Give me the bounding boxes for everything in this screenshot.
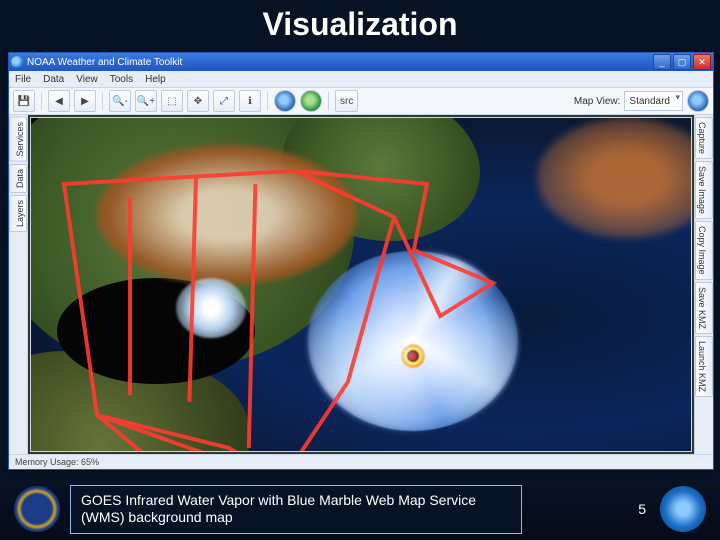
tab-save-kmz[interactable]: Save KMZ — [695, 282, 713, 334]
window-title: NOAA Weather and Climate Toolkit — [27, 57, 653, 68]
menu-help[interactable]: Help — [145, 74, 166, 85]
app-window: NOAA Weather and Climate Toolkit _ ▢ ✕ F… — [8, 52, 714, 470]
tab-copy-image[interactable]: Copy Image — [695, 221, 713, 280]
state-boundaries — [31, 118, 691, 452]
toolbar: 💾 ◀ ▶ 🔍- 🔍+ ⬚ ✥ ⤢ ℹ src Map View: Standa… — [9, 88, 713, 115]
tab-data[interactable]: Data — [9, 164, 27, 193]
slide-footer: GOES Infrared Water Vapor with Blue Marb… — [0, 478, 720, 540]
globe-green-icon[interactable] — [300, 90, 322, 112]
map-canvas[interactable] — [30, 117, 692, 452]
toolbar-separator — [267, 92, 268, 110]
app-icon — [11, 56, 23, 68]
toolbar-separator — [102, 92, 103, 110]
minimize-button[interactable]: _ — [653, 54, 671, 70]
zoom-rect-button[interactable]: ⬚ — [161, 90, 183, 112]
tab-save-image[interactable]: Save Image — [695, 161, 713, 219]
noaa-seal-icon — [660, 486, 706, 532]
window-titlebar[interactable]: NOAA Weather and Climate Toolkit _ ▢ ✕ — [9, 53, 713, 71]
toolbar-separator — [41, 92, 42, 110]
tab-services[interactable]: Services — [9, 117, 27, 162]
caption-text: GOES Infrared Water Vapor with Blue Marb… — [81, 492, 476, 526]
identify-button[interactable]: ℹ — [239, 90, 261, 112]
menu-file[interactable]: File — [15, 74, 31, 85]
globe-blue-icon[interactable] — [274, 90, 296, 112]
menu-tools[interactable]: Tools — [110, 74, 133, 85]
status-bar: Memory Usage: 65% — [9, 454, 713, 469]
page-number: 5 — [638, 501, 646, 517]
doc-seal-icon — [14, 486, 60, 532]
save-button[interactable]: 💾 — [13, 90, 35, 112]
memory-usage: Memory Usage: 65% — [15, 457, 99, 467]
noaa-logo-icon — [687, 90, 709, 112]
tab-capture[interactable]: Capture — [695, 117, 713, 159]
mapview-value: Standard — [629, 96, 670, 107]
mapview-label: Map View: — [574, 96, 621, 107]
nav-fwd-button[interactable]: ▶ — [74, 90, 96, 112]
menu-data[interactable]: Data — [43, 74, 64, 85]
maximize-button[interactable]: ▢ — [673, 54, 691, 70]
menu-view[interactable]: View — [76, 74, 98, 85]
mapview-select[interactable]: Standard — [624, 91, 683, 111]
menu-bar: File Data View Tools Help — [9, 71, 713, 88]
zoom-in-button[interactable]: 🔍+ — [135, 90, 157, 112]
window-body: Services Data Layers — [9, 115, 713, 454]
window-buttons: _ ▢ ✕ — [653, 54, 711, 70]
slide-title: Visualization — [0, 0, 720, 47]
tab-layers[interactable]: Layers — [9, 195, 27, 232]
tab-google-earth[interactable]: Launch KMZ — [695, 336, 713, 397]
pan-button[interactable]: ✥ — [187, 90, 209, 112]
full-extent-button[interactable]: ⤢ — [213, 90, 235, 112]
nav-back-button[interactable]: ◀ — [48, 90, 70, 112]
close-button[interactable]: ✕ — [693, 54, 711, 70]
src-button[interactable]: src — [335, 90, 358, 112]
zoom-out-button[interactable]: 🔍- — [109, 90, 131, 112]
toolbar-right: Map View: Standard — [574, 90, 709, 112]
toolbar-separator — [328, 92, 329, 110]
caption-box: GOES Infrared Water Vapor with Blue Marb… — [70, 485, 522, 534]
left-dock: Services Data Layers — [9, 115, 28, 454]
slide: Visualization NOAA Weather and Climate T… — [0, 0, 720, 540]
right-dock: Capture Save Image Copy Image Save KMZ L… — [694, 115, 713, 454]
